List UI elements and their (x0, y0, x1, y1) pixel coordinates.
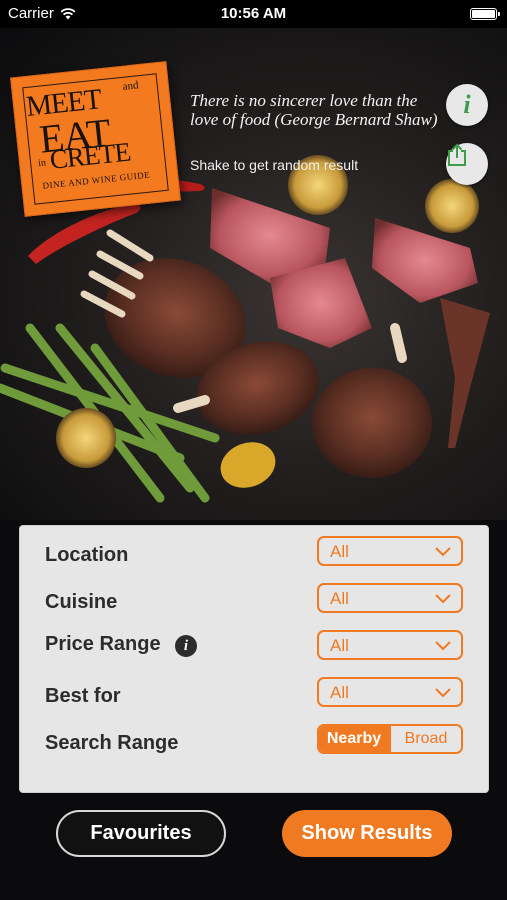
search-range-nearby[interactable]: Nearby (319, 726, 389, 752)
chevron-down-icon (435, 688, 451, 698)
logo-text-in: in (37, 157, 47, 170)
search-range-label: Search Range (45, 732, 179, 754)
price-range-value: All (330, 636, 349, 655)
info-button[interactable]: i (446, 84, 488, 126)
share-button[interactable] (446, 143, 488, 185)
chevron-down-icon (435, 594, 451, 604)
show-results-button[interactable]: Show Results (282, 810, 452, 857)
price-range-row: Price Range i All (20, 630, 488, 664)
status-time: 10:56 AM (220, 5, 287, 22)
filter-panel: Location All Cuisine All Price Range i A… (19, 525, 489, 793)
app-logo: MEET and EAT in CRETE DINE AND WINE GUID… (10, 61, 181, 217)
price-range-label: Price Range (45, 633, 161, 655)
price-info-icon[interactable]: i (175, 635, 197, 657)
shake-hint: Shake to get random result (190, 157, 359, 173)
location-label: Location (45, 544, 129, 566)
cuisine-select[interactable]: All (317, 583, 463, 613)
info-icon: i (463, 90, 471, 119)
food-quote: There is no sincerer love than the love … (190, 91, 438, 129)
best-for-label: Best for (45, 685, 121, 707)
favourites-button[interactable]: Favourites (56, 810, 226, 857)
chevron-down-icon (435, 547, 451, 557)
search-range-row: Search Range Nearby Broad (20, 724, 488, 758)
share-icon (448, 143, 466, 166)
search-range-segmented-control: Nearby Broad (317, 724, 463, 754)
cuisine-value: All (330, 589, 349, 608)
hero-image: MEET and EAT in CRETE DINE AND WINE GUID… (0, 28, 507, 520)
status-bar: Carrier 10:56 AM (0, 0, 507, 28)
logo-text-and: and (122, 79, 140, 93)
cuisine-label: Cuisine (45, 591, 118, 613)
location-select[interactable]: All (317, 536, 463, 566)
battery-icon (470, 8, 500, 20)
price-range-select[interactable]: All (317, 630, 463, 660)
location-row: Location All (20, 536, 488, 570)
best-for-select[interactable]: All (317, 677, 463, 707)
chevron-down-icon (435, 641, 451, 651)
best-for-value: All (330, 683, 349, 702)
cuisine-row: Cuisine All (20, 583, 488, 617)
location-value: All (330, 542, 349, 561)
best-for-row: Best for All (20, 677, 488, 711)
search-range-broad[interactable]: Broad (389, 726, 461, 752)
